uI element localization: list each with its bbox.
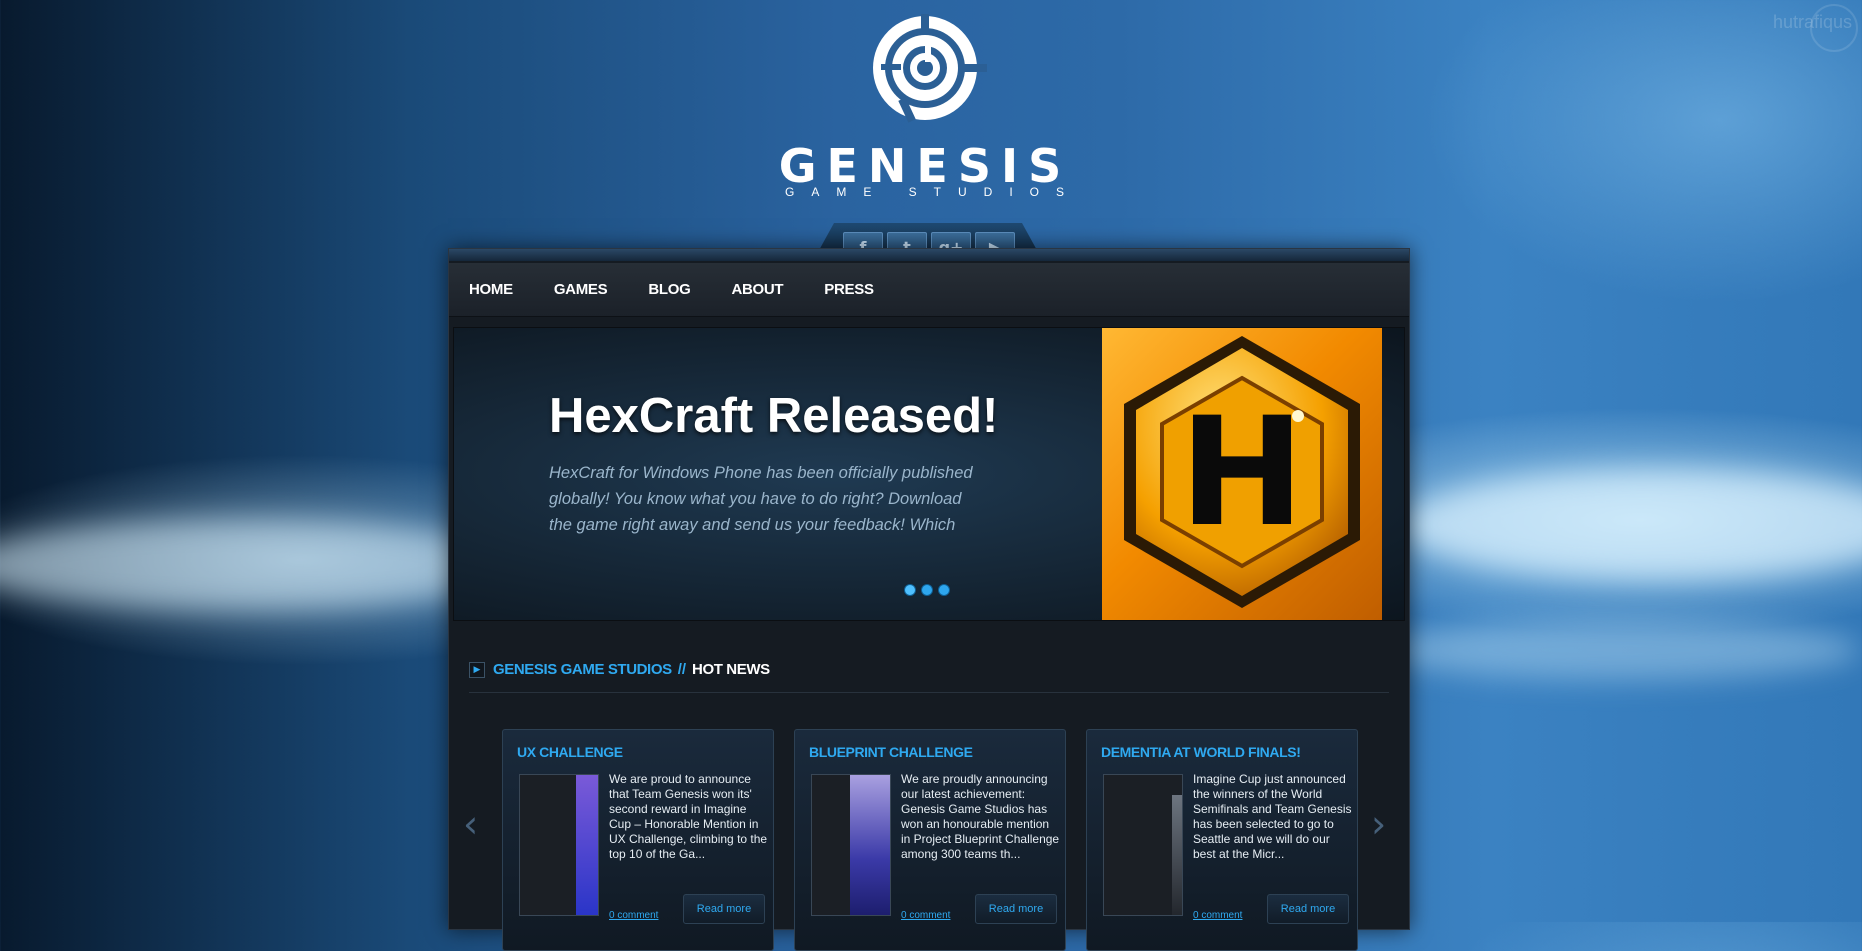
slider-dot[interactable] (938, 584, 950, 596)
nav-games[interactable]: GAMES (554, 281, 608, 298)
carousel-next-icon[interactable]: › (1371, 805, 1386, 843)
hero-slider[interactable]: HexCraft Released! HexCraft for Windows … (453, 327, 1405, 621)
news-card-excerpt: Imagine Cup just announced the winners o… (1193, 772, 1352, 861)
news-card: BLUEPRINT CHALLENGE We are proudly annou… (794, 729, 1066, 951)
news-card-thumbnail[interactable] (811, 774, 891, 916)
divider (469, 692, 1389, 693)
slider-dot[interactable] (904, 584, 916, 596)
nav-home[interactable]: HOME (469, 281, 513, 298)
logo-emblem-icon (873, 14, 987, 123)
read-more-button[interactable]: Read more (683, 894, 765, 924)
news-heading: ▶ GENESIS GAME STUDIOS // HOT NEWS (469, 661, 770, 678)
news-card-thumbnail[interactable] (1103, 774, 1183, 916)
slide-description: HexCraft for Windows Phone has been offi… (549, 464, 973, 534)
news-card-title[interactable]: UX CHALLENGE (517, 744, 623, 760)
hexcraft-letter: H (1179, 386, 1305, 560)
background-streak (0, 520, 520, 610)
background-streak (1400, 470, 1862, 580)
news-card-excerpt: We are proud to announce that Team Genes… (609, 772, 768, 861)
panel-top-bar (449, 249, 1409, 261)
comment-link[interactable]: 0 comment (609, 910, 658, 921)
carousel-prev-icon[interactable]: ‹ (463, 805, 478, 843)
nav-blog[interactable]: BLOG (648, 281, 690, 298)
news-card: UX CHALLENGE We are proud to announce th… (502, 729, 774, 951)
nav-press[interactable]: PRESS (824, 281, 874, 298)
news-card-title[interactable]: DEMENTIA AT WORLD FINALS! (1101, 744, 1301, 760)
hexcraft-logo-icon: H (1124, 336, 1360, 608)
comment-link[interactable]: 0 comment (1193, 910, 1242, 921)
read-more-button[interactable]: Read more (975, 894, 1057, 924)
comment-link[interactable]: 0 comment (901, 910, 950, 921)
news-card-excerpt: We are proudly announcing our latest ach… (901, 772, 1060, 861)
slider-dot[interactable] (921, 584, 933, 596)
nav-about[interactable]: ABOUT (731, 281, 783, 298)
main-nav: HOME GAMES BLOG ABOUT PRESS (449, 263, 1409, 317)
news-title: HOT NEWS (692, 661, 770, 678)
news-separator: // (677, 661, 687, 678)
logo-subtitle: GAME STUDIOS (784, 185, 1081, 199)
news-card-title[interactable]: BLUEPRINT CHALLENGE (809, 744, 973, 760)
slide-title[interactable]: HexCraft Released! (549, 388, 998, 444)
main-panel: HOME GAMES BLOG ABOUT PRESS HexCraft Rel… (448, 248, 1410, 951)
slide-image[interactable]: H (1102, 328, 1382, 620)
logo-title: GENESIS (778, 139, 1072, 193)
news-brand: GENESIS GAME STUDIOS (493, 661, 672, 678)
slider-pagination (904, 584, 950, 596)
news-card: DEMENTIA AT WORLD FINALS! Imagine Cup ju… (1086, 729, 1358, 951)
background-streak (1380, 620, 1860, 680)
news-card-thumbnail[interactable] (519, 774, 599, 916)
chevron-right-icon: ▶ (469, 661, 485, 678)
read-more-button[interactable]: Read more (1267, 894, 1349, 924)
site-logo[interactable]: GENESIS GAME STUDIOS (760, 12, 1090, 200)
watermark-text: hutrafiqus (1772, 12, 1852, 32)
